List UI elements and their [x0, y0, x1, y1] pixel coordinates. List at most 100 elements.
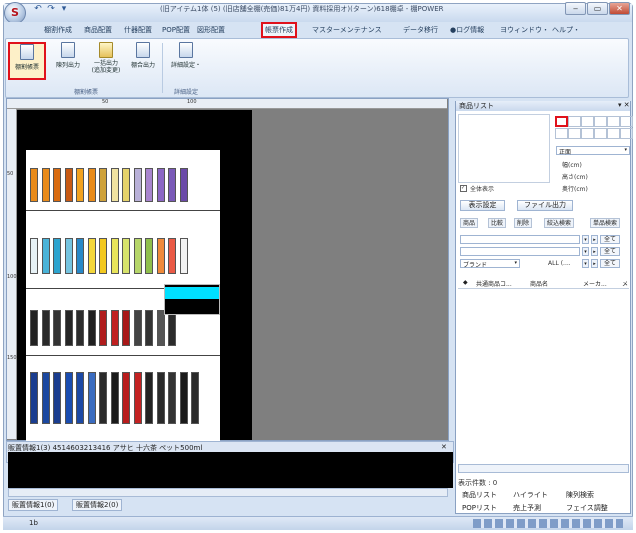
face-grid-cell[interactable] — [607, 128, 620, 139]
product-facing[interactable] — [30, 310, 38, 346]
product-facing[interactable] — [110, 372, 119, 424]
product-facing[interactable] — [145, 372, 153, 424]
fullview-checkbox[interactable]: ✓ — [460, 185, 467, 192]
face-grid-cell[interactable] — [581, 128, 594, 139]
file-output-button[interactable]: ファイル出力 — [517, 200, 573, 211]
product-facing[interactable] — [122, 168, 130, 202]
product-facing[interactable] — [168, 310, 176, 346]
link-pop-list[interactable]: POPリスト — [462, 503, 497, 513]
link-display-search[interactable]: 陳列検索 — [566, 490, 594, 500]
tab-log-info[interactable]: ●ログ情報 — [450, 25, 484, 35]
product-facing[interactable] — [133, 310, 142, 346]
tab-layout-create[interactable]: 棚割作成 — [44, 25, 72, 35]
layout-report-button[interactable]: 棚割帳票 — [8, 42, 46, 80]
product-facing[interactable] — [179, 372, 188, 424]
product-facing[interactable] — [99, 310, 107, 346]
column-maker[interactable]: メーカ... — [583, 279, 607, 288]
filter-clear-1[interactable]: ▸ — [591, 235, 598, 244]
product-facing[interactable] — [133, 372, 142, 424]
face-select[interactable]: 正面 ▾ — [556, 146, 630, 156]
maximize-button[interactable]: ▭ — [587, 2, 608, 15]
product-facing[interactable] — [87, 168, 96, 202]
face-grid-cell[interactable] — [581, 116, 594, 127]
face-grid-cell[interactable] — [594, 116, 607, 127]
tab-window[interactable]: ヨウィンドウ・ — [500, 25, 549, 35]
filter-input-2[interactable] — [460, 247, 580, 256]
tab-placement-info-2[interactable]: 販置情報2(0) — [72, 499, 123, 511]
product-facing[interactable] — [53, 372, 61, 424]
product-facing[interactable] — [110, 238, 119, 274]
product-facing[interactable] — [145, 168, 153, 202]
product-facing[interactable] — [76, 238, 84, 274]
info-close-icon[interactable]: ✕ — [441, 443, 447, 451]
link-highlight[interactable]: ハイライト — [513, 490, 548, 500]
link-sales-forecast[interactable]: 売上予測 — [513, 503, 541, 513]
product-facing[interactable] — [156, 310, 165, 346]
product-facing[interactable] — [156, 372, 165, 424]
qat-dropdown-icon[interactable]: ▾ — [58, 4, 70, 14]
filter-clear-3[interactable]: ▸ — [591, 259, 598, 268]
tab-fixture-place[interactable]: 什器配置 — [124, 25, 152, 35]
product-facing[interactable] — [168, 168, 176, 202]
face-grid-cell[interactable] — [568, 128, 581, 139]
tab-product-place[interactable]: 商品配置 — [84, 25, 112, 35]
product-facing[interactable] — [41, 168, 50, 202]
tab-pop-place[interactable]: POP配置 — [162, 25, 190, 35]
product-facing[interactable] — [133, 168, 142, 202]
product-facing[interactable] — [64, 168, 73, 202]
filter-dropdown-2[interactable]: ▾ — [582, 247, 589, 256]
product-facing[interactable] — [110, 310, 119, 346]
filter-dropdown-1[interactable]: ▾ — [582, 235, 589, 244]
product-facing[interactable] — [179, 238, 188, 274]
product-list-scrollbar[interactable] — [458, 464, 629, 473]
product-facing[interactable] — [30, 168, 38, 202]
product-facing[interactable] — [64, 372, 73, 424]
tab-help[interactable]: ヘルプ・ — [552, 25, 580, 35]
product-facing[interactable] — [53, 238, 61, 274]
product-facing[interactable] — [145, 310, 153, 346]
close-button[interactable]: ✕ — [609, 2, 630, 15]
shelf-output-button[interactable]: 棚合出力 — [128, 42, 158, 69]
column-more[interactable]: メ — [622, 279, 628, 288]
product-facing[interactable] — [145, 238, 153, 274]
filter-input-1[interactable] — [460, 235, 580, 244]
product-facing[interactable] — [133, 238, 142, 274]
subtab-product[interactable]: 商品 — [460, 218, 479, 228]
tab-shape-place[interactable]: 図形配置 — [197, 25, 225, 35]
product-facing[interactable] — [99, 238, 107, 274]
face-grid-cell[interactable] — [607, 116, 620, 127]
column-common-code[interactable]: 共通商品コ... — [476, 279, 512, 288]
product-facing[interactable] — [122, 310, 130, 346]
face-grid-cell[interactable] — [568, 116, 581, 127]
product-facing[interactable] — [41, 372, 50, 424]
product-facing[interactable] — [64, 310, 73, 346]
filter-dropdown-3[interactable]: ▾ — [582, 259, 589, 268]
subtab-delete[interactable]: 削除 — [514, 218, 533, 228]
face-grid-cell[interactable] — [555, 128, 568, 139]
face-grid[interactable] — [555, 116, 635, 146]
filter-clear-2[interactable]: ▸ — [591, 247, 598, 256]
product-facing[interactable] — [87, 310, 96, 346]
tab-data-migrate[interactable]: データ移行 — [403, 25, 438, 35]
face-grid-cell[interactable] — [594, 128, 607, 139]
product-facing[interactable] — [110, 168, 119, 202]
product-facing[interactable] — [168, 372, 176, 424]
product-facing[interactable] — [99, 372, 107, 424]
product-facing[interactable] — [122, 238, 130, 274]
product-facing[interactable] — [64, 238, 73, 274]
product-facing[interactable] — [76, 310, 84, 346]
face-grid-cell[interactable] — [620, 116, 633, 127]
product-facing[interactable] — [53, 168, 61, 202]
product-facing[interactable] — [179, 168, 188, 202]
product-facing[interactable] — [156, 168, 165, 202]
product-facing[interactable] — [122, 372, 130, 424]
product-facing[interactable] — [156, 238, 165, 274]
tab-report-create[interactable]: 帳票作成 — [261, 22, 297, 38]
view-controls[interactable] — [473, 519, 623, 528]
undo-icon[interactable]: ↶ — [32, 4, 44, 14]
face-grid-cell[interactable] — [555, 116, 568, 127]
display-settings-button[interactable]: 表示設定 — [460, 200, 505, 211]
product-facing[interactable] — [53, 310, 61, 346]
all-button-2[interactable]: 全て — [600, 247, 620, 256]
brand-select[interactable]: ブランド ▾ — [460, 259, 520, 269]
